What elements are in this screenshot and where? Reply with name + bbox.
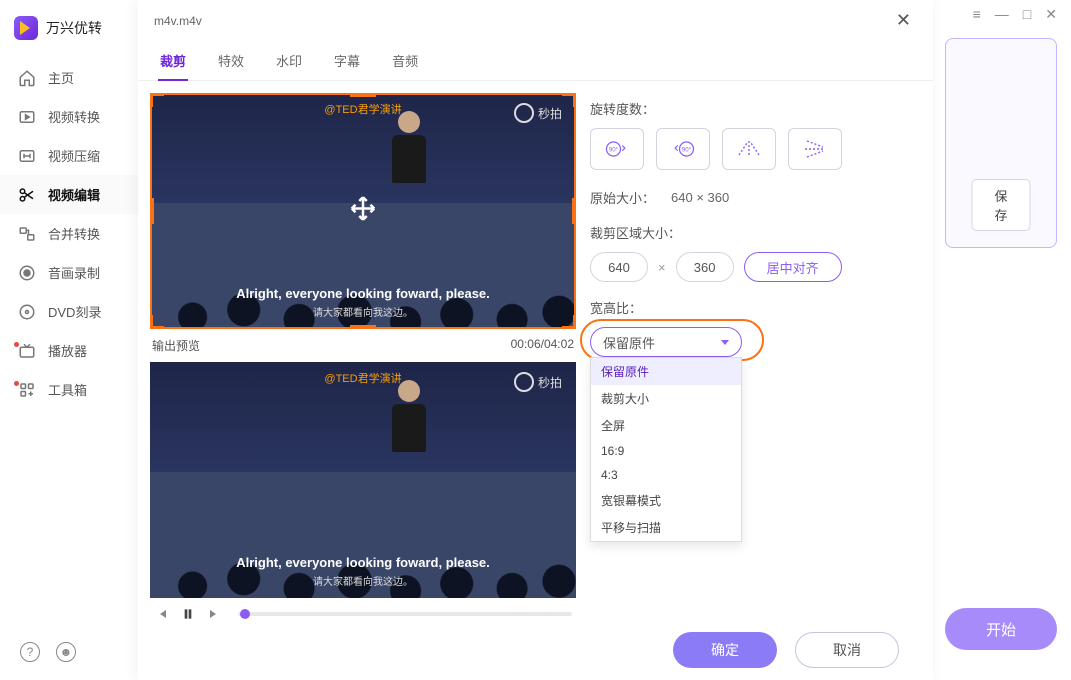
nav-dvd-burn[interactable]: DVD刻录 bbox=[0, 292, 138, 331]
crop-height-input[interactable] bbox=[676, 252, 734, 282]
nav-label: 合并转换 bbox=[48, 224, 100, 243]
aspect-ratio-select[interactable]: 保留原件 bbox=[590, 327, 742, 357]
home-icon bbox=[18, 69, 36, 87]
timecode: 00:06/04:02 bbox=[511, 337, 574, 354]
nav-toolbox[interactable]: 工具箱 bbox=[0, 370, 138, 409]
subtitle-en: Alright, everyone looking foward, please… bbox=[150, 286, 576, 301]
original-size-label: 原始大小： bbox=[590, 188, 655, 207]
nav-label: 视频压缩 bbox=[48, 146, 100, 165]
minimize-icon[interactable]: — bbox=[995, 6, 1009, 22]
progress-bar[interactable] bbox=[238, 612, 572, 616]
tab-effects[interactable]: 特效 bbox=[216, 45, 246, 80]
nav-video-convert[interactable]: 视频转换 bbox=[0, 97, 138, 136]
nav-player[interactable]: 播放器 bbox=[0, 331, 138, 370]
subtitle-cn: 请大家都看向我这边。 bbox=[150, 573, 576, 588]
nav-video-compress[interactable]: 视频压缩 bbox=[0, 136, 138, 175]
start-button[interactable]: 开始 bbox=[945, 608, 1057, 650]
rotate-cw-button[interactable]: 90° bbox=[590, 128, 644, 170]
aspect-option[interactable]: 保留原件 bbox=[591, 358, 741, 385]
rotate-ccw-button[interactable]: 90° bbox=[656, 128, 710, 170]
scissors-icon bbox=[18, 186, 36, 204]
miaopai-watermark: 秒拍 bbox=[514, 103, 562, 123]
badge-dot bbox=[14, 342, 19, 347]
crop-width-input[interactable] bbox=[590, 252, 648, 282]
flip-horizontal-button[interactable] bbox=[722, 128, 776, 170]
aspect-option[interactable]: 16:9 bbox=[591, 439, 741, 463]
nav-screen-record[interactable]: 音画录制 bbox=[0, 253, 138, 292]
nav-label: 视频编辑 bbox=[48, 185, 100, 204]
rotation-label: 旋转度数： bbox=[590, 99, 910, 118]
nav-merge-convert[interactable]: 合并转换 bbox=[0, 214, 138, 253]
tab-audio[interactable]: 音频 bbox=[390, 45, 420, 80]
nav-label: 播放器 bbox=[48, 341, 87, 360]
grid-icon bbox=[18, 381, 36, 399]
aspect-option[interactable]: 宽银幕模式 bbox=[591, 487, 741, 514]
times-separator: × bbox=[658, 260, 666, 275]
aspect-option[interactable]: 平移与扫描 bbox=[591, 514, 741, 541]
aspect-ratio-dropdown: 保留原件 裁剪大小 全屏 16:9 4:3 宽银幕模式 平移与扫描 bbox=[590, 357, 742, 542]
compress-icon bbox=[18, 147, 36, 165]
nav-home[interactable]: 主页 bbox=[0, 58, 138, 97]
aspect-option[interactable]: 裁剪大小 bbox=[591, 385, 741, 412]
svg-text:90°: 90° bbox=[682, 147, 692, 154]
svg-text:90°: 90° bbox=[609, 147, 619, 154]
save-button[interactable]: 保存 bbox=[971, 179, 1030, 231]
nav-label: 主页 bbox=[48, 68, 74, 87]
menu-icon[interactable]: ≡ bbox=[973, 6, 981, 22]
progress-handle[interactable] bbox=[240, 609, 250, 619]
tab-subtitle[interactable]: 字幕 bbox=[332, 45, 362, 80]
subtitle-en: Alright, everyone looking foward, please… bbox=[150, 555, 576, 570]
feedback-icon[interactable]: ☻ bbox=[56, 642, 76, 662]
crop-preview[interactable]: @TED君学演讲 秒拍 Alright, everyone looking fo… bbox=[150, 93, 576, 329]
nav-label: 音画录制 bbox=[48, 263, 100, 282]
app-logo: 万兴优转 bbox=[0, 8, 138, 48]
aspect-option[interactable]: 全屏 bbox=[591, 412, 741, 439]
move-handle-icon[interactable] bbox=[348, 194, 378, 229]
crop-size-label: 裁剪区域大小： bbox=[590, 223, 910, 242]
record-icon bbox=[18, 264, 36, 282]
output-preview: @TED君学演讲 秒拍 Alright, everyone looking fo… bbox=[150, 362, 576, 598]
merge-icon bbox=[18, 225, 36, 243]
badge-dot bbox=[14, 381, 19, 386]
nav-label: 工具箱 bbox=[48, 380, 87, 399]
app-name: 万兴优转 bbox=[46, 18, 102, 38]
center-align-button[interactable]: 居中对齐 bbox=[744, 252, 842, 282]
edit-modal: m4v.m4v ✕ 裁剪 特效 水印 字幕 音频 @TED君学演讲 秒拍 Alr… bbox=[138, 0, 933, 680]
cancel-button[interactable]: 取消 bbox=[795, 632, 899, 668]
original-size-value: 640 × 360 bbox=[671, 190, 729, 205]
maximize-icon[interactable]: □ bbox=[1023, 6, 1031, 22]
nav-video-edit[interactable]: 视频编辑 bbox=[0, 175, 138, 214]
nav-label: DVD刻录 bbox=[48, 302, 101, 321]
close-icon[interactable]: ✕ bbox=[890, 8, 917, 33]
tab-watermark[interactable]: 水印 bbox=[274, 45, 304, 80]
nav-label: 视频转换 bbox=[48, 107, 100, 126]
aspect-ratio-label: 宽高比： bbox=[590, 298, 910, 317]
ted-watermark: @TED君学演讲 bbox=[324, 101, 401, 117]
output-panel: 保存 bbox=[945, 38, 1057, 248]
flip-vertical-button[interactable] bbox=[788, 128, 842, 170]
miaopai-watermark: 秒拍 bbox=[514, 372, 562, 392]
ok-button[interactable]: 确定 bbox=[673, 632, 777, 668]
filename: m4v.m4v bbox=[154, 14, 890, 28]
logo-mark-icon bbox=[14, 16, 38, 40]
tab-crop[interactable]: 裁剪 bbox=[158, 45, 188, 80]
disc-icon bbox=[18, 303, 36, 321]
aspect-option[interactable]: 4:3 bbox=[591, 463, 741, 487]
help-icon[interactable]: ? bbox=[20, 642, 40, 662]
output-preview-label: 输出预览 bbox=[152, 337, 200, 354]
subtitle-cn: 请大家都看向我这边。 bbox=[150, 304, 576, 319]
close-window-icon[interactable]: ✕ bbox=[1045, 6, 1057, 23]
ted-watermark: @TED君学演讲 bbox=[324, 370, 401, 386]
convert-icon bbox=[18, 108, 36, 126]
tv-icon bbox=[18, 342, 36, 360]
